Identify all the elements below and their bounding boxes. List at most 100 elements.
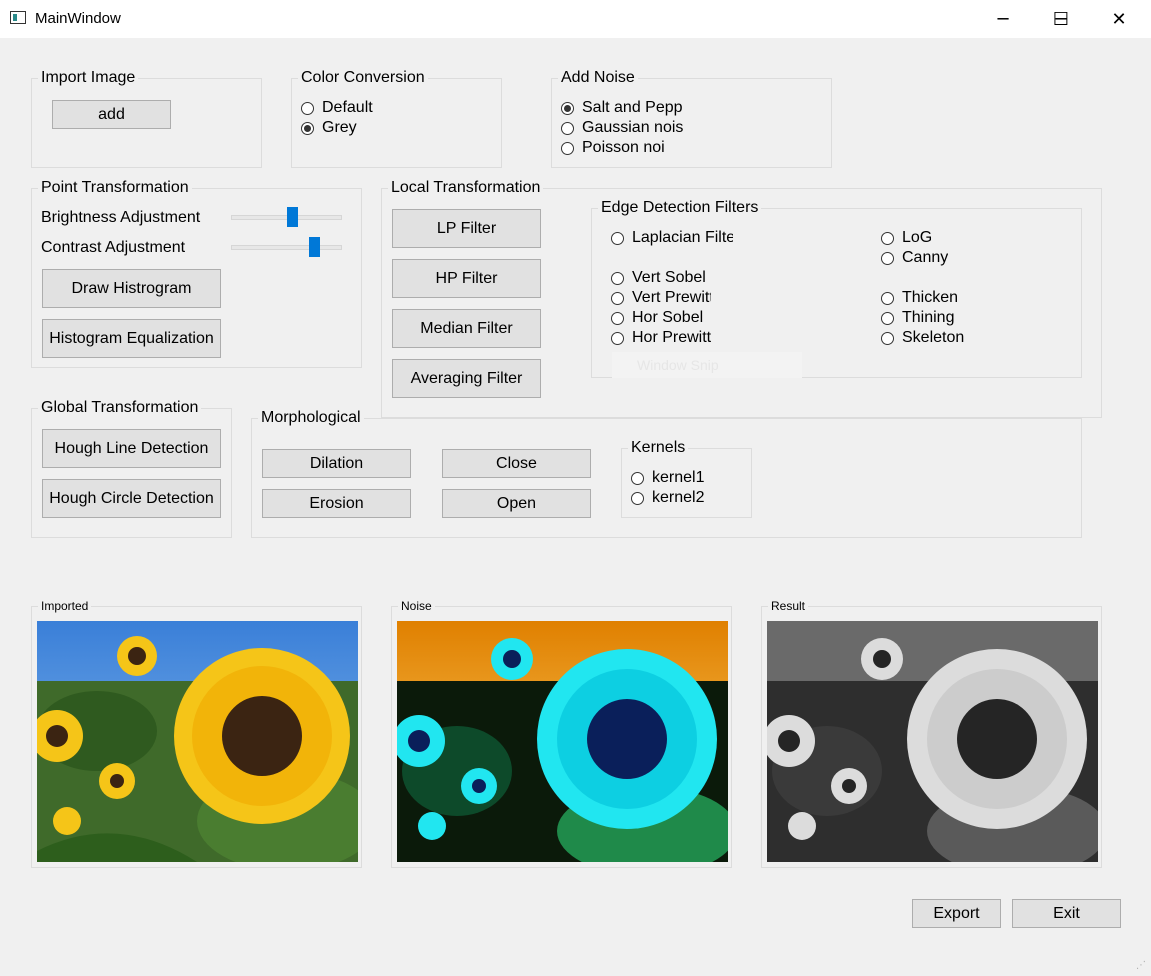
noise-image [397, 621, 728, 862]
edge-canny-radio[interactable]: Canny [881, 248, 948, 268]
radio-label: Grey [322, 119, 357, 136]
radio-checked-icon [301, 121, 314, 135]
radio-icon [611, 231, 624, 245]
sunflower-image-grey [767, 621, 1098, 862]
histogram-equalization-button[interactable]: Histogram Equalization [42, 319, 221, 358]
local-transformation-title: Local Transformation [388, 178, 544, 198]
minimize-button[interactable]: ─ [974, 0, 1032, 38]
edge-skeleton-radio[interactable]: Skeleton [881, 328, 964, 348]
morphological-title: Morphological [258, 408, 364, 428]
radio-icon [881, 251, 894, 265]
resize-grip-icon[interactable]: ⋰ [1136, 960, 1148, 972]
color-default-radio[interactable]: Default [301, 98, 373, 118]
exit-button[interactable]: Exit [1012, 899, 1121, 928]
radio-icon [561, 121, 574, 135]
radio-icon [611, 331, 624, 345]
point-transformation-title: Point Transformation [38, 178, 192, 198]
radio-label: Vert Prewitt [632, 289, 711, 306]
sunflower-image-noise [397, 621, 728, 862]
noise-title: Noise [398, 599, 435, 613]
averaging-filter-button[interactable]: Averaging Filter [392, 359, 541, 398]
radio-icon [301, 101, 314, 115]
radio-icon [611, 311, 624, 325]
edge-log-radio[interactable]: LoG [881, 228, 932, 248]
kernel1-radio[interactable]: kernel1 [631, 468, 704, 488]
noise-poisson-radio[interactable]: Poisson noise [561, 138, 664, 158]
maximize-button[interactable]: ☐ [1032, 0, 1090, 38]
close-morph-button[interactable]: Close [442, 449, 591, 478]
radio-icon [881, 231, 894, 245]
noise-gaussian-radio[interactable]: Gaussian noise [561, 118, 683, 138]
radio-label: Thicken [902, 289, 959, 306]
color-grey-radio[interactable]: Grey [301, 118, 357, 138]
contrast-slider[interactable] [231, 237, 342, 257]
hough-line-button[interactable]: Hough Line Detection [42, 429, 221, 468]
radio-label: Thining [902, 309, 955, 326]
draw-histogram-button[interactable]: Draw Histrogram [42, 269, 221, 308]
imported-title: Imported [38, 599, 92, 613]
radio-label: kernel1 [652, 469, 705, 486]
slider-track [231, 245, 342, 250]
radio-checked-icon [561, 101, 574, 115]
kernel2-radio[interactable]: kernel2 [631, 488, 704, 508]
radio-label: LoG [902, 229, 933, 246]
radio-icon [611, 291, 624, 305]
hough-circle-button[interactable]: Hough Circle Detection [42, 479, 221, 518]
maximize-icon: ☐ [1052, 8, 1070, 30]
brightness-label: Brightness Adjustment [41, 209, 201, 226]
edge-hor-sobel-radio[interactable]: Hor Sobel [611, 308, 721, 328]
noise-salt-pepper-radio[interactable]: Salt and Pepper [561, 98, 683, 118]
window-title: MainWindow [35, 10, 121, 27]
erosion-button[interactable]: Erosion [262, 489, 411, 518]
dilation-button[interactable]: Dilation [262, 449, 411, 478]
imported-image [37, 621, 358, 862]
radio-icon [631, 491, 644, 505]
edge-vert-sobel-radio[interactable]: Vert Sobel [611, 268, 721, 288]
result-image [767, 621, 1098, 862]
contrast-label: Contrast Adjustment [41, 239, 186, 256]
sunflower-image-color [37, 621, 358, 862]
minimize-icon: ─ [997, 8, 1009, 30]
close-button[interactable]: ✕ [1090, 0, 1148, 38]
hp-filter-button[interactable]: HP Filter [392, 259, 541, 298]
radio-icon [881, 291, 894, 305]
window-snip-ghost: Window Snip [612, 352, 802, 378]
lp-filter-button[interactable]: LP Filter [392, 209, 541, 248]
export-button[interactable]: Export [912, 899, 1001, 928]
edge-vert-prewitt-radio[interactable]: Vert Prewitt [611, 288, 711, 308]
app-icon [10, 11, 26, 24]
close-icon: ✕ [1111, 8, 1127, 30]
radio-icon [631, 471, 644, 485]
radio-label: Hor Sobel [632, 309, 704, 326]
edge-thicken-radio[interactable]: Thicken [881, 288, 958, 308]
add-button[interactable]: add [52, 100, 171, 129]
radio-icon [611, 271, 624, 285]
radio-label: Vert Sobel [632, 269, 706, 286]
median-filter-button[interactable]: Median Filter [392, 309, 541, 348]
edge-hor-prewitt-radio[interactable]: Hor Prewitt [611, 328, 711, 348]
radio-label: Canny [902, 249, 949, 266]
radio-icon [881, 331, 894, 345]
add-noise-title: Add Noise [558, 68, 638, 88]
radio-label: Default [322, 99, 373, 116]
color-conversion-title: Color Conversion [298, 68, 428, 88]
slider-handle[interactable] [309, 237, 321, 257]
slider-handle[interactable] [287, 207, 299, 227]
edge-detection-title: Edge Detection Filters [598, 198, 762, 218]
global-transformation-title: Global Transformation [38, 398, 202, 418]
radio-label: Hor Prewitt [632, 329, 711, 346]
radio-label: Laplacian Filter [632, 229, 733, 246]
edge-laplacian-radio[interactable]: Laplacian Filter [611, 228, 733, 248]
import-image-title: Import Image [38, 68, 139, 88]
open-morph-button[interactable]: Open [442, 489, 591, 518]
kernels-title: Kernels [628, 438, 689, 458]
radio-icon [881, 311, 894, 325]
radio-label: Poisson noise [582, 139, 664, 156]
global-transformation-group: Global Transformation [31, 398, 232, 538]
radio-icon [561, 141, 574, 155]
result-title: Result [768, 599, 809, 613]
radio-label: Skeleton [902, 329, 965, 346]
radio-label: kernel2 [652, 489, 705, 506]
edge-thining-radio[interactable]: Thining [881, 308, 954, 328]
brightness-slider[interactable] [231, 207, 342, 227]
